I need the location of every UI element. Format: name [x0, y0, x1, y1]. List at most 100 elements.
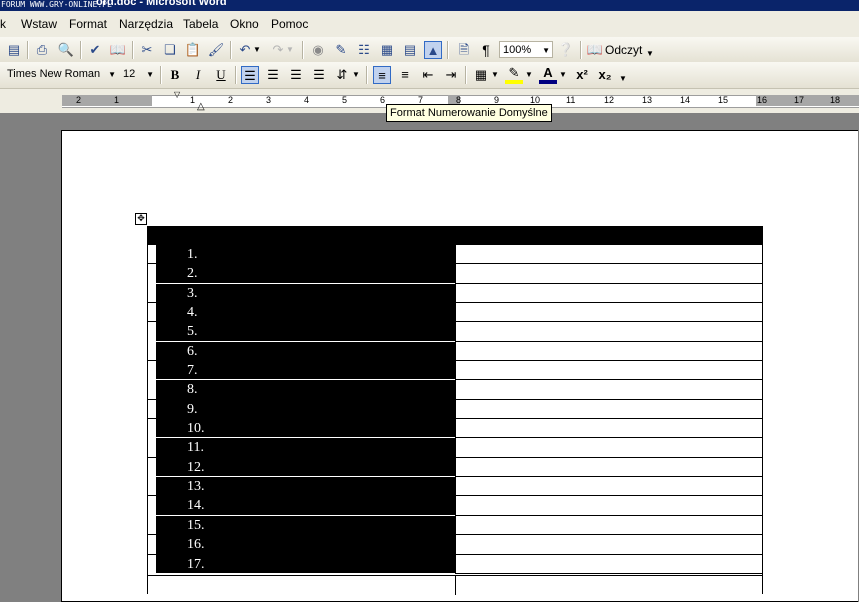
table-cell-selected[interactable]: 13.	[148, 477, 455, 496]
superscript-icon[interactable]: x²	[573, 66, 591, 84]
underline-icon[interactable]: U	[212, 66, 230, 84]
menu-help[interactable]: Pomoc	[271, 17, 308, 31]
table-cell-selected[interactable]: 6.	[148, 341, 455, 361]
table-row[interactable]: 7.	[148, 361, 762, 381]
print-icon[interactable]: ⎙	[33, 41, 51, 59]
table-row[interactable]: 4.	[148, 303, 762, 323]
decrease-indent-icon[interactable]: ⇤	[419, 66, 437, 84]
toolbar-options-icon[interactable]: ▼	[644, 45, 656, 63]
align-right-icon[interactable]: ☰	[287, 66, 305, 84]
table-cell[interactable]	[455, 419, 762, 439]
table-cell[interactable]	[455, 554, 762, 574]
table-row[interactable]: 8.	[148, 380, 762, 400]
table-row[interactable]: 17.	[148, 554, 762, 574]
borders-icon[interactable]: ▦	[472, 66, 490, 84]
table-cell-selected[interactable]: 16.	[148, 535, 455, 554]
menu-file-partial[interactable]: k	[0, 17, 6, 31]
spelling-icon[interactable]: ✔	[86, 41, 104, 59]
undo-dropdown-icon[interactable]: ▼	[252, 41, 262, 59]
table-cell-selected[interactable]: 10.	[148, 419, 455, 438]
font-size-select[interactable]: 12 ▼	[120, 66, 156, 83]
justify-icon[interactable]: ☰	[310, 66, 328, 84]
show-hide-icon[interactable]: ¶	[477, 41, 495, 59]
cut-icon[interactable]: ✂	[138, 41, 156, 59]
permission-icon[interactable]: ▤	[5, 41, 23, 59]
hyperlink-icon[interactable]: ◉	[309, 41, 327, 59]
table-cell[interactable]	[455, 438, 762, 457]
table-cell-selected[interactable]: 15.	[148, 515, 455, 535]
table-row[interactable]: 2.	[148, 264, 762, 284]
italic-icon[interactable]: I	[189, 66, 207, 84]
table-row[interactable]: 1.	[148, 245, 762, 265]
read-button[interactable]: Odczyt	[605, 43, 642, 57]
document-map-icon[interactable]: 🗎	[455, 41, 473, 59]
format-painter-icon[interactable]: 🖌	[207, 41, 225, 59]
table-row-empty[interactable]	[148, 575, 762, 595]
table-cell[interactable]	[455, 264, 762, 284]
columns-icon[interactable]: ▤	[401, 41, 419, 59]
table-cell-selected[interactable]: 1.	[148, 245, 455, 264]
table-cell[interactable]	[455, 457, 762, 478]
table-cell[interactable]	[455, 245, 762, 264]
table-row[interactable]: 6.	[148, 341, 762, 362]
table-cell[interactable]	[455, 535, 762, 554]
table-row[interactable]: 13.	[148, 477, 762, 497]
font-select[interactable]: Times New Roman ▼	[4, 66, 118, 83]
table-cell[interactable]	[455, 515, 762, 535]
menu-tools[interactable]: Narzędzia	[119, 17, 173, 31]
menu-window[interactable]: Okno	[230, 17, 259, 31]
table-row[interactable]: 11.	[148, 438, 762, 458]
table-cell-selected[interactable]: 3.	[148, 283, 455, 303]
help-icon[interactable]: ❔	[557, 41, 575, 59]
paste-icon[interactable]: 📋	[184, 41, 202, 59]
table-move-handle-icon[interactable]: ✥	[135, 213, 147, 225]
table-cell[interactable]	[455, 283, 762, 303]
copy-icon[interactable]: ❏	[161, 41, 179, 59]
insert-excel-icon[interactable]: ▦	[378, 41, 396, 59]
insert-table-icon[interactable]: ☷	[355, 41, 373, 59]
table-cell-selected[interactable]: 4.	[148, 303, 455, 322]
table-cell-selected[interactable]: 12.	[148, 457, 455, 477]
menu-format[interactable]: Format	[69, 17, 107, 31]
table-cell[interactable]	[455, 380, 762, 399]
line-spacing-dropdown-icon[interactable]: ▼	[351, 66, 361, 84]
borders-dropdown-icon[interactable]: ▼	[490, 66, 500, 84]
highlight-icon[interactable]: ✎	[505, 66, 523, 84]
table-row[interactable]: 10.	[148, 419, 762, 439]
drawing-icon[interactable]: ▲	[424, 41, 442, 59]
research-icon[interactable]: 📖	[109, 41, 127, 59]
table-row[interactable]: 15.	[148, 515, 762, 536]
table-row[interactable]: 16.	[148, 535, 762, 555]
print-preview-icon[interactable]: 🔍	[57, 41, 75, 59]
table-cell[interactable]	[455, 477, 762, 496]
subscript-icon[interactable]: x₂	[596, 66, 614, 84]
font-color-dropdown-icon[interactable]: ▼	[558, 66, 568, 84]
read-icon[interactable]: 📖	[586, 41, 604, 59]
table-cell[interactable]	[455, 303, 762, 322]
align-center-icon[interactable]: ☰	[264, 66, 282, 84]
toolbar-options-icon[interactable]: ▼	[617, 70, 629, 88]
redo-dropdown-icon[interactable]: ▼	[285, 41, 295, 59]
bold-icon[interactable]: B	[166, 66, 184, 84]
table-cell-selected[interactable]: 14.	[148, 496, 455, 515]
table-cell[interactable]	[455, 496, 762, 516]
table-row[interactable]: 14.	[148, 496, 762, 516]
table-header-row[interactable]	[148, 226, 762, 245]
hanging-indent-icon[interactable]: △	[197, 101, 205, 112]
font-color-icon[interactable]: A	[539, 66, 557, 84]
menu-table[interactable]: Tabela	[183, 17, 218, 31]
table-cell-selected[interactable]: 8.	[148, 380, 455, 399]
table-row[interactable]: 9.	[148, 399, 762, 420]
table-cell[interactable]	[455, 576, 456, 595]
align-left-icon[interactable]: ☰	[241, 66, 259, 84]
table-cell-selected[interactable]: 11.	[148, 438, 455, 457]
table-cell-selected[interactable]: 2.	[148, 264, 455, 283]
table-cell-selected[interactable]: 17.	[148, 554, 455, 573]
table-cell-selected[interactable]: 5.	[148, 322, 455, 341]
line-spacing-icon[interactable]: ⇵	[333, 66, 351, 84]
first-line-indent-icon[interactable]: ▽	[174, 90, 180, 99]
table-cell-selected[interactable]: 7.	[148, 361, 455, 380]
table-cell[interactable]	[455, 361, 762, 381]
table-row[interactable]: 3.	[148, 283, 762, 304]
table-row[interactable]: 12.	[148, 457, 762, 478]
